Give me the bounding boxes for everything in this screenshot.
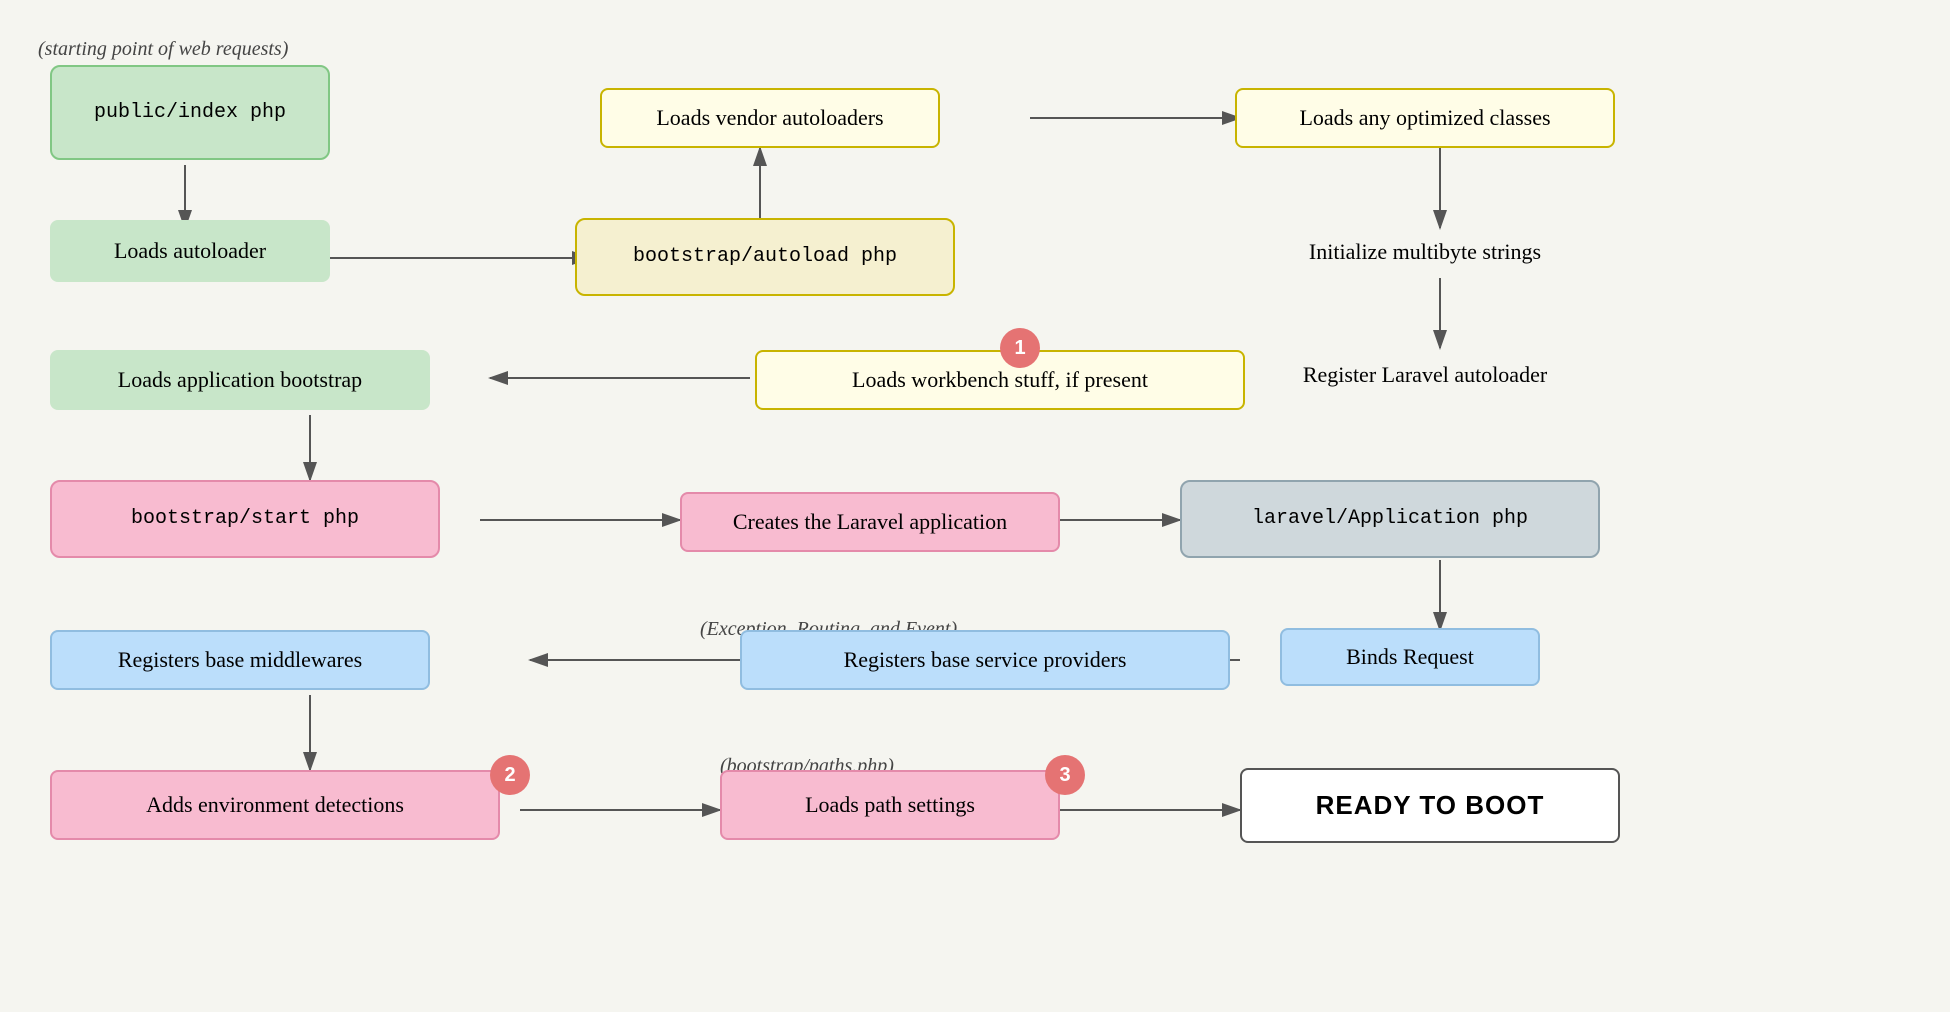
- node-loads-autoloader: Loads autoloader: [50, 220, 330, 282]
- italic-label-web-requests: (starting point of web requests): [38, 38, 288, 61]
- node-bootstrap-autoload: bootstrap/autoload php: [575, 218, 955, 296]
- node-loads-workbench: Loads workbench stuff, if present: [755, 350, 1245, 410]
- node-binds-request: Binds Request: [1280, 628, 1540, 686]
- node-initialize-multibyte: Initialize multibyte strings: [1235, 225, 1615, 280]
- node-loads-path-settings: Loads path settings: [720, 770, 1060, 840]
- node-ready-to-boot: READY TO BOOT: [1240, 768, 1620, 843]
- badge-1: 1: [1000, 328, 1040, 368]
- node-laravel-application: laravel/Application php: [1180, 480, 1600, 558]
- node-public-index: public/index php: [50, 65, 330, 160]
- badge-2: 2: [490, 755, 530, 795]
- node-register-laravel-autoloader: Register Laravel autoloader: [1235, 348, 1615, 403]
- badge-3: 3: [1045, 755, 1085, 795]
- node-adds-env-detections: Adds environment detections: [50, 770, 500, 840]
- node-registers-base-middlewares: Registers base middlewares: [50, 630, 430, 690]
- node-registers-base-service: Registers base service providers: [740, 630, 1230, 690]
- node-creates-laravel-app: Creates the Laravel application: [680, 492, 1060, 552]
- node-loads-vendor: Loads vendor autoloaders: [600, 88, 940, 148]
- diagram-container: (starting point of web requests) public/…: [0, 0, 1950, 1012]
- node-bootstrap-start: bootstrap/start php: [50, 480, 440, 558]
- node-loads-app-bootstrap: Loads application bootstrap: [50, 350, 430, 410]
- node-loads-optimized: Loads any optimized classes: [1235, 88, 1615, 148]
